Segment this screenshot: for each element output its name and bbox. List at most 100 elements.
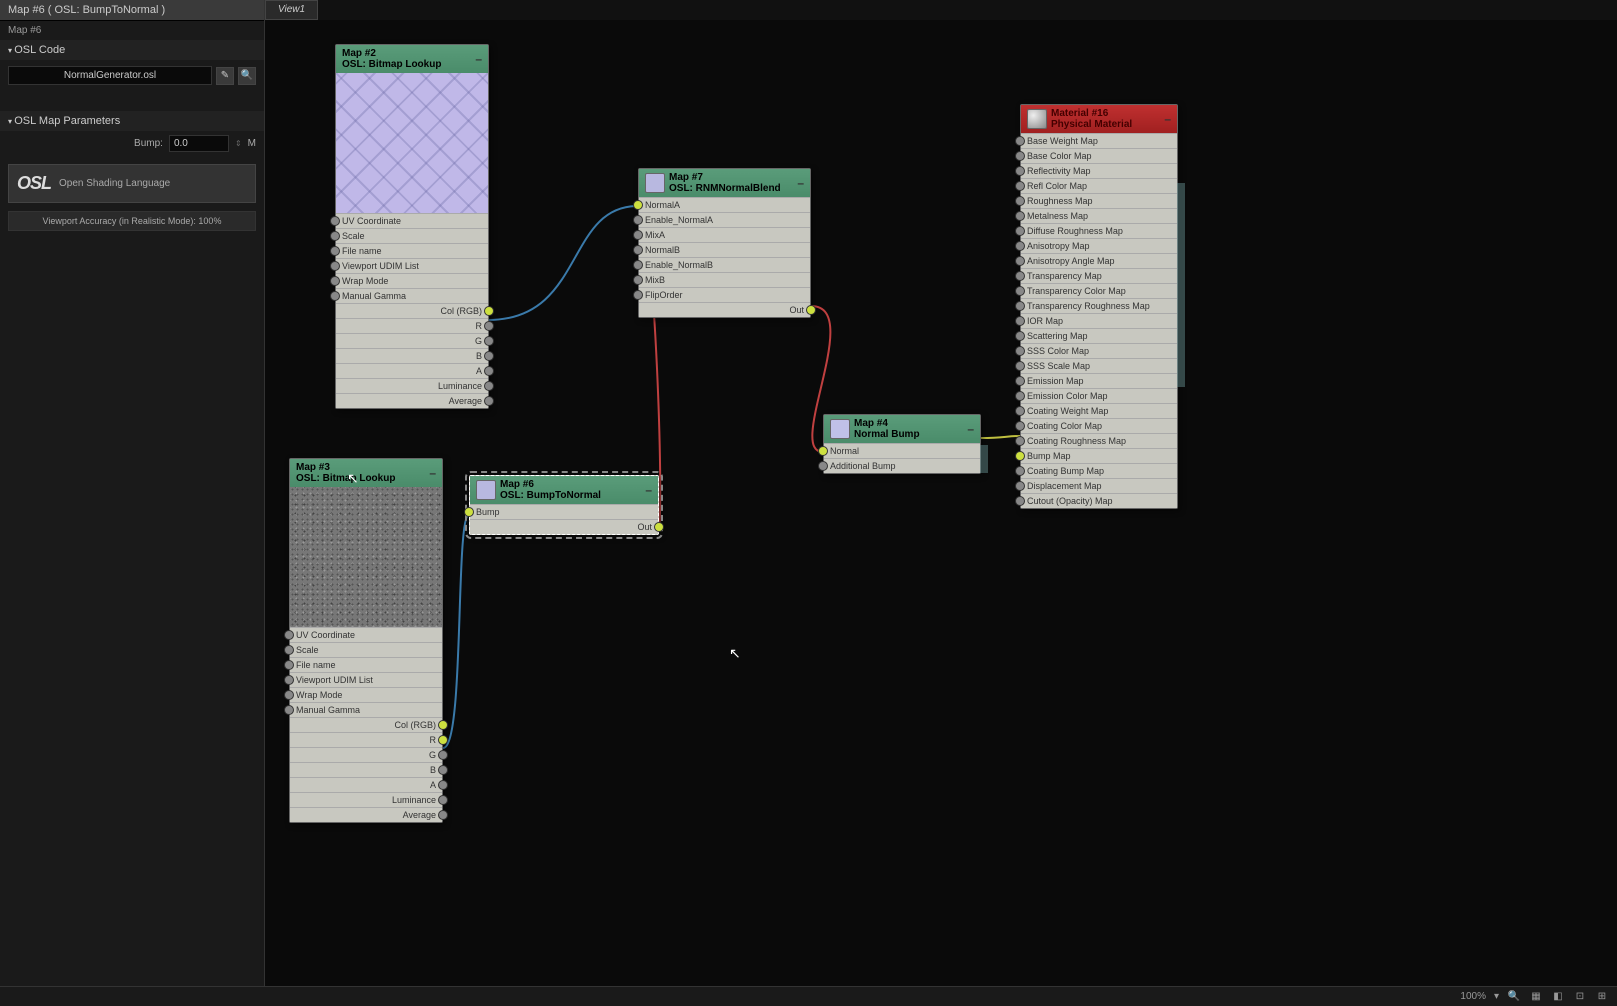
- input-port[interactable]: [1015, 256, 1025, 266]
- spinner-icon[interactable]: ⇕: [235, 139, 242, 148]
- node-input-row[interactable]: Diffuse Roughness Map: [1021, 223, 1177, 238]
- node-map2-header[interactable]: Map #2 OSL: Bitmap Lookup –: [336, 45, 488, 73]
- output-port[interactable]: [438, 750, 448, 760]
- input-port[interactable]: [1015, 466, 1025, 476]
- output-port[interactable]: [438, 765, 448, 775]
- input-port[interactable]: [1015, 406, 1025, 416]
- node-input-row[interactable]: Scale: [336, 228, 488, 243]
- output-port[interactable]: [654, 522, 664, 532]
- node-output-row[interactable]: Average: [336, 393, 488, 408]
- minimize-icon[interactable]: –: [797, 176, 804, 190]
- node-map7[interactable]: Map #7 OSL: RNMNormalBlend – NormalAEnab…: [638, 168, 811, 318]
- search-icon[interactable]: 🔍: [1507, 990, 1521, 1004]
- node-input-row[interactable]: Coating Color Map: [1021, 418, 1177, 433]
- node-output-row[interactable]: R: [290, 732, 442, 747]
- node-map6-header[interactable]: Map #6 OSL: BumpToNormal –: [470, 476, 658, 504]
- input-port[interactable]: [1015, 391, 1025, 401]
- node-input-row[interactable]: Additional Bump: [824, 458, 980, 473]
- node-map2[interactable]: Map #2 OSL: Bitmap Lookup – UV Coordinat…: [335, 44, 489, 409]
- input-port[interactable]: [284, 675, 294, 685]
- input-port[interactable]: [1015, 286, 1025, 296]
- node-input-row[interactable]: Scale: [290, 642, 442, 657]
- node-material[interactable]: Material #16 Physical Material – Base We…: [1020, 104, 1178, 509]
- input-port[interactable]: [284, 705, 294, 715]
- input-port[interactable]: [818, 446, 828, 456]
- input-port[interactable]: [1015, 301, 1025, 311]
- node-output-row[interactable]: B: [336, 348, 488, 363]
- input-port[interactable]: [1015, 151, 1025, 161]
- node-output-row[interactable]: B: [290, 762, 442, 777]
- input-port[interactable]: [464, 507, 474, 517]
- node-input-row[interactable]: Roughness Map: [1021, 193, 1177, 208]
- node-output-row[interactable]: Luminance: [336, 378, 488, 393]
- filename-field[interactable]: NormalGenerator.osl: [8, 66, 212, 85]
- output-port[interactable]: [438, 735, 448, 745]
- color-icon[interactable]: ◧: [1551, 990, 1565, 1004]
- output-port[interactable]: [806, 305, 816, 315]
- node-input-row[interactable]: Transparency Map: [1021, 268, 1177, 283]
- node-input-row[interactable]: Viewport UDIM List: [290, 672, 442, 687]
- node-input-row[interactable]: Enable_NormalB: [639, 257, 810, 272]
- input-port[interactable]: [284, 690, 294, 700]
- node-material-header[interactable]: Material #16 Physical Material –: [1021, 105, 1177, 133]
- zoom-label[interactable]: 100%: [1460, 991, 1486, 1002]
- input-port[interactable]: [284, 630, 294, 640]
- input-port[interactable]: [633, 215, 643, 225]
- node-map4[interactable]: Map #4 Normal Bump – NormalAdditional Bu…: [823, 414, 981, 474]
- node-map6[interactable]: Map #6 OSL: BumpToNormal – BumpOut: [469, 475, 659, 535]
- tab-view1[interactable]: View1: [265, 0, 318, 20]
- input-port[interactable]: [1015, 136, 1025, 146]
- node-input-row[interactable]: Reflectivity Map: [1021, 163, 1177, 178]
- output-port[interactable]: [484, 336, 494, 346]
- input-port[interactable]: [330, 261, 340, 271]
- node-input-row[interactable]: File name: [336, 243, 488, 258]
- m-toggle[interactable]: M: [248, 138, 256, 149]
- fit-icon[interactable]: ⊡: [1573, 990, 1587, 1004]
- input-port[interactable]: [330, 231, 340, 241]
- node-input-row[interactable]: NormalA: [639, 197, 810, 212]
- output-port[interactable]: [438, 810, 448, 820]
- input-port[interactable]: [1015, 451, 1025, 461]
- node-input-row[interactable]: Transparency Roughness Map: [1021, 298, 1177, 313]
- input-port[interactable]: [1015, 496, 1025, 506]
- node-input-row[interactable]: Wrap Mode: [290, 687, 442, 702]
- input-port[interactable]: [633, 245, 643, 255]
- minimize-icon[interactable]: –: [967, 422, 974, 436]
- node-map4-header[interactable]: Map #4 Normal Bump –: [824, 415, 980, 443]
- section-osl-code[interactable]: OSL Code: [0, 40, 264, 60]
- node-input-row[interactable]: SSS Scale Map: [1021, 358, 1177, 373]
- node-input-row[interactable]: Wrap Mode: [336, 273, 488, 288]
- node-input-row[interactable]: File name: [290, 657, 442, 672]
- node-output-row[interactable]: G: [290, 747, 442, 762]
- node-input-row[interactable]: SSS Color Map: [1021, 343, 1177, 358]
- node-output-row[interactable]: Col (RGB): [290, 717, 442, 732]
- node-input-row[interactable]: Base Color Map: [1021, 148, 1177, 163]
- output-port[interactable]: [438, 720, 448, 730]
- input-port[interactable]: [633, 290, 643, 300]
- node-map7-header[interactable]: Map #7 OSL: RNMNormalBlend –: [639, 169, 810, 197]
- node-canvas[interactable]: Map #2 OSL: Bitmap Lookup – UV Coordinat…: [265, 20, 1617, 986]
- node-input-row[interactable]: Coating Roughness Map: [1021, 433, 1177, 448]
- input-port[interactable]: [818, 461, 828, 471]
- input-port[interactable]: [1015, 211, 1025, 221]
- bump-value[interactable]: 0.0: [169, 135, 229, 152]
- output-port[interactable]: [438, 795, 448, 805]
- search-icon[interactable]: 🔍: [238, 67, 256, 85]
- input-port[interactable]: [330, 291, 340, 301]
- node-input-row[interactable]: Anisotropy Angle Map: [1021, 253, 1177, 268]
- node-input-row[interactable]: Metalness Map: [1021, 208, 1177, 223]
- node-input-row[interactable]: UV Coordinate: [336, 213, 488, 228]
- node-input-row[interactable]: Enable_NormalA: [639, 212, 810, 227]
- node-input-row[interactable]: Viewport UDIM List: [336, 258, 488, 273]
- input-port[interactable]: [1015, 481, 1025, 491]
- node-input-row[interactable]: UV Coordinate: [290, 627, 442, 642]
- node-input-row[interactable]: FlipOrder: [639, 287, 810, 302]
- node-input-row[interactable]: MixA: [639, 227, 810, 242]
- node-input-row[interactable]: Base Weight Map: [1021, 133, 1177, 148]
- minimize-icon[interactable]: –: [429, 466, 436, 480]
- node-input-row[interactable]: Transparency Color Map: [1021, 283, 1177, 298]
- input-port[interactable]: [1015, 346, 1025, 356]
- input-port[interactable]: [633, 275, 643, 285]
- output-port[interactable]: [484, 366, 494, 376]
- input-port[interactable]: [1015, 271, 1025, 281]
